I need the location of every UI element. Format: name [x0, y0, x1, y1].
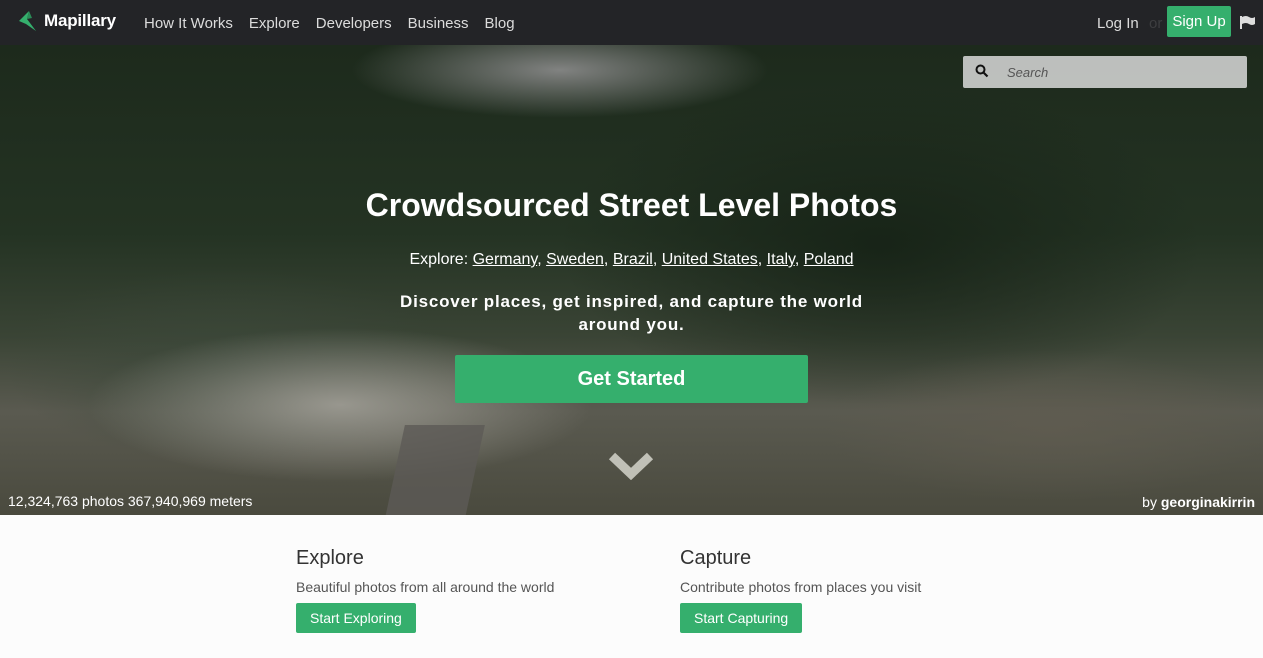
login-link[interactable]: Log In [1097, 15, 1139, 32]
feature-title: Explore [296, 547, 364, 569]
country-link-united-states[interactable]: United States [662, 251, 758, 268]
explore-prefix: Explore: [409, 251, 469, 268]
hero-background-boardwalk [375, 425, 485, 515]
nav-business[interactable]: Business [408, 15, 469, 32]
feature-title: Capture [680, 547, 752, 569]
main-nav: How It Works Explore Developers Business… [144, 15, 515, 32]
or-separator: or [1149, 15, 1163, 32]
credit-prefix: by [1142, 494, 1157, 510]
credit-user-link[interactable]: georginakirrin [1161, 494, 1255, 510]
country-link-italy[interactable]: Italy [767, 251, 795, 268]
feature-explore: Explore Beautiful photos from all around… [296, 547, 554, 633]
search-box[interactable] [963, 56, 1247, 88]
country-link-poland[interactable]: Poland [804, 251, 854, 268]
photo-credit: by georginakirrin [1142, 494, 1255, 510]
feature-capture: Capture Contribute photos from places yo… [680, 547, 921, 633]
hero-tagline: Discover places, get inspired, and captu… [400, 292, 863, 334]
get-started-button[interactable]: Get Started [455, 355, 808, 403]
brand-name: Mapillary [44, 11, 116, 30]
top-navbar: Mapillary How It Works Explore Developer… [0, 0, 1263, 45]
nav-how-it-works[interactable]: How It Works [144, 15, 233, 32]
explore-countries: Explore: Germany, Sweden, Brazil, United… [409, 251, 854, 268]
country-link-sweden[interactable]: Sweden [546, 251, 604, 268]
nav-developers[interactable]: Developers [316, 15, 392, 32]
feature-description: Contribute photos from places you visit [680, 579, 922, 595]
nav-explore[interactable]: Explore [249, 15, 300, 32]
country-link-brazil[interactable]: Brazil [613, 251, 653, 268]
mapillary-logo-icon [19, 11, 36, 31]
signup-button[interactable]: Sign Up [1167, 6, 1231, 37]
hero-section: Crowdsourced Street Level Photos Explore… [0, 45, 1263, 515]
start-exploring-button[interactable]: Start Exploring [296, 603, 416, 633]
chevron-down-icon[interactable] [608, 450, 654, 480]
country-link-germany[interactable]: Germany [473, 251, 538, 268]
start-capturing-button[interactable]: Start Capturing [680, 603, 803, 633]
search-icon [975, 64, 989, 78]
brand-logo[interactable]: Mapillary [16, 9, 116, 33]
flag-icon[interactable] [1240, 16, 1255, 29]
photo-stats: 12,324,763 photos 367,940,969 meters [8, 493, 253, 509]
search-input[interactable] [1007, 56, 1237, 88]
nav-blog[interactable]: Blog [485, 15, 515, 32]
feature-description: Beautiful photos from all around the wor… [296, 579, 555, 595]
hero-title: Crowdsourced Street Level Photos [365, 187, 898, 223]
